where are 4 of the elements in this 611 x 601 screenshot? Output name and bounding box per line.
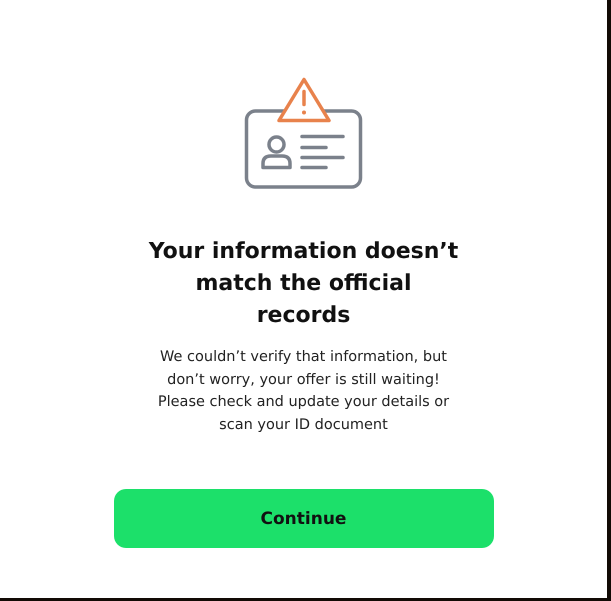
heading: Your information doesn’t match the official records: [148, 238, 460, 330]
continue-button[interactable]: Continue: [114, 489, 494, 548]
id-card-warning-icon: [243, 76, 364, 192]
message-text: We couldn’t verify that information, but don’t worry, your offer is still waiting! Please check and update your details or scan your ID document: [156, 348, 450, 434]
